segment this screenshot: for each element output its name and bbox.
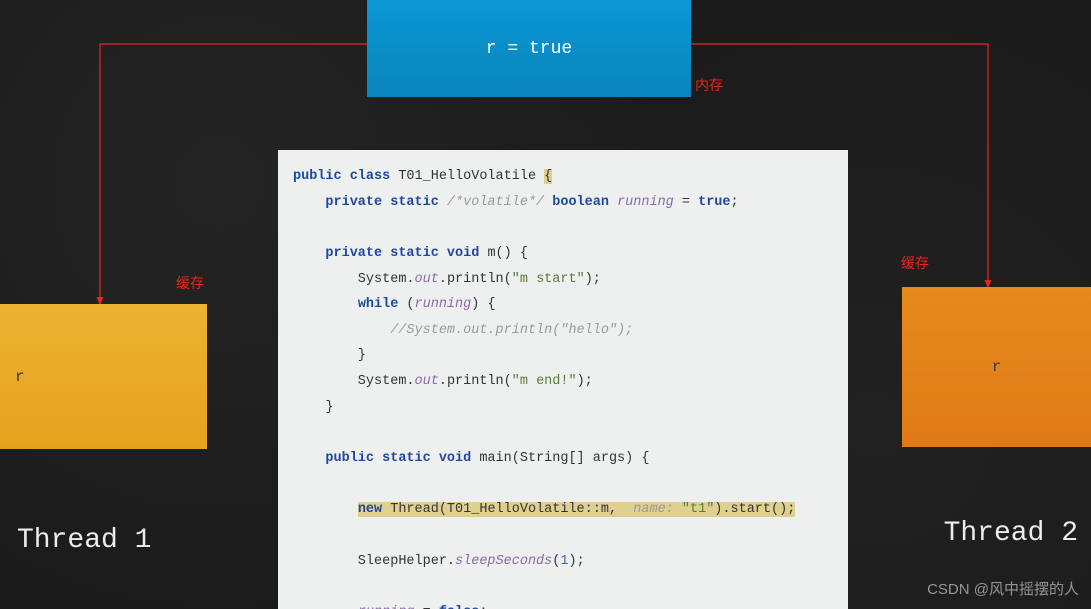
code-panel: public class T01_HelloVolatile { private… — [278, 150, 848, 609]
thread-2-label: Thread 2 — [944, 518, 1078, 549]
code-line-7: } — [278, 343, 848, 369]
code-line-11: new Thread(T01_HelloVolatile::m, name: "… — [278, 497, 848, 523]
memory-label: 内存 — [695, 75, 723, 95]
code-line-13: running = false; — [278, 600, 848, 609]
cache-left-label: 缓存 — [176, 273, 204, 293]
memory-value: r = true — [486, 39, 572, 59]
code-line-8: System.out.println("m end!"); — [278, 369, 848, 395]
cache-right-label: 缓存 — [901, 253, 929, 273]
cache-right-box: r — [902, 287, 1091, 447]
code-line-blank-5 — [278, 574, 848, 600]
code-line-2: private static /*volatile*/ boolean runn… — [278, 190, 848, 216]
cache-right-value: r — [992, 358, 1002, 376]
code-line-10: public static void main(String[] args) { — [278, 446, 848, 472]
memory-box: r = true — [367, 0, 691, 97]
cache-left-box: r — [0, 304, 207, 449]
code-line-3: private static void m() { — [278, 241, 848, 267]
code-line-1: public class T01_HelloVolatile { — [278, 164, 848, 190]
code-line-blank-2 — [278, 420, 848, 446]
watermark: CSDN @风中摇摆的人 — [927, 578, 1079, 599]
code-line-12: SleepHelper.sleepSeconds(1); — [278, 549, 848, 575]
code-line-9: } — [278, 395, 848, 421]
code-line-blank-3 — [278, 472, 848, 498]
code-line-blank-1 — [278, 215, 848, 241]
code-line-4: System.out.println("m start"); — [278, 267, 848, 293]
cache-left-value: r — [15, 368, 25, 386]
thread-1-label: Thread 1 — [17, 525, 151, 556]
code-line-5: while (running) { — [278, 292, 848, 318]
code-line-blank-4 — [278, 523, 848, 549]
code-line-6: //System.out.println("hello"); — [278, 318, 848, 344]
